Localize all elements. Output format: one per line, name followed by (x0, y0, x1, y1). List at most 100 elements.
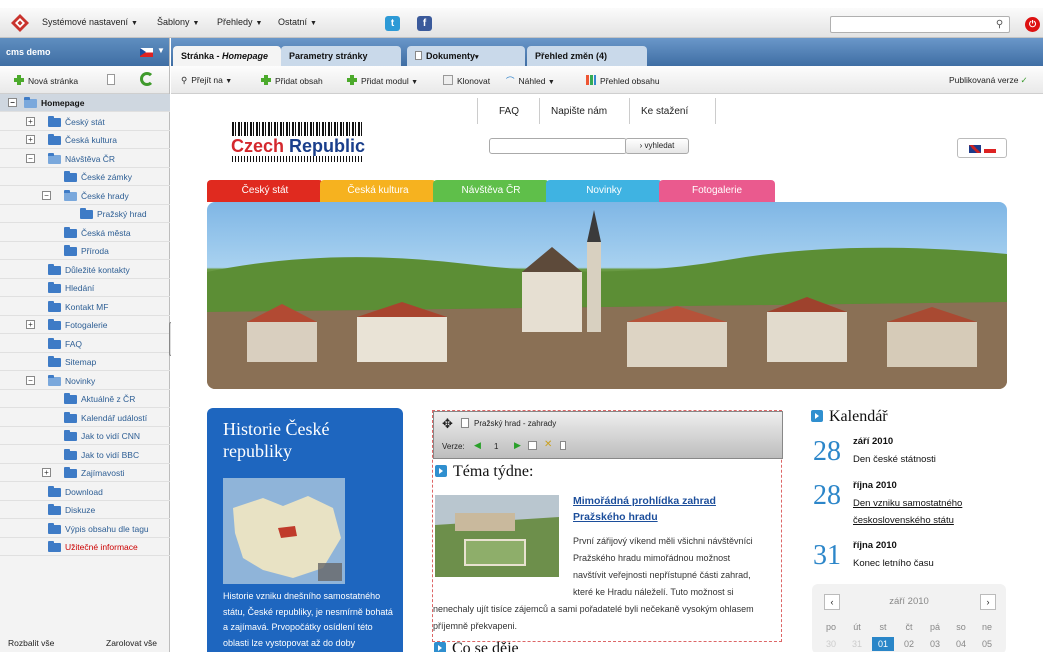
refresh-icon[interactable] (140, 72, 154, 86)
tree-item-label: Kontakt MF (65, 301, 109, 312)
language-switcher[interactable] (957, 138, 1007, 158)
tab-change-overview[interactable]: Přehled změn (4) (527, 46, 647, 66)
nav-tab-czech-state[interactable]: Český stát (207, 180, 323, 202)
article-title-link[interactable]: Mimořádná prohlídka zahrad Pražského hra… (573, 493, 769, 525)
tree-item[interactable]: Kontakt MF (0, 298, 170, 316)
tab-documents[interactable]: Dokumenty▾ (407, 46, 525, 66)
tree-item[interactable]: Diskuze (0, 501, 170, 519)
tree-item[interactable]: − Novinky (0, 372, 170, 390)
tree-item[interactable]: + Zajímavosti (0, 464, 170, 482)
event-month: září 2010 (853, 436, 894, 447)
chevron-down-icon[interactable]: ▼ (157, 46, 165, 55)
nav-tab-visit-cr[interactable]: Návštěva ČR (433, 180, 549, 202)
folder-icon (48, 115, 61, 127)
search-icon[interactable]: ⚲ (992, 17, 1007, 32)
preview-button[interactable]: ⌒ Náhled ▼ (506, 75, 555, 87)
tree-item[interactable]: Jak to vidí BBC (0, 446, 170, 464)
settings-tools-icon[interactable]: ✕ (544, 439, 552, 450)
calendar-day[interactable]: 01 (872, 637, 894, 651)
expand-icon[interactable]: + (26, 135, 35, 144)
tab-page-parameters[interactable]: Parametry stránky (281, 46, 401, 66)
site-nav-downloads[interactable]: Ke stažení (641, 106, 688, 117)
new-page-button[interactable]: Nová stránka (14, 75, 78, 86)
collapse-all-link[interactable]: Zarolovat vše (106, 638, 157, 648)
content-overview-button[interactable]: Přehled obsahu (586, 75, 660, 86)
calendar-next-button[interactable]: › (980, 594, 996, 610)
add-module-button[interactable]: Přidat modul ▼ (347, 75, 418, 86)
expand-icon[interactable]: + (26, 116, 35, 126)
expand-icon[interactable]: + (26, 320, 35, 329)
nav-tab-news[interactable]: Novinky (546, 180, 662, 202)
calendar-day[interactable]: 30 (820, 637, 842, 651)
twitter-icon[interactable]: t (385, 16, 400, 31)
content-module[interactable]: ✥ Pražský hrad - zahrady Verze: ◀ 1 ▶ ✕ … (432, 410, 783, 642)
tree-item[interactable]: Aktuálně z ČR (0, 390, 170, 408)
tree-item[interactable]: Kalendář událostí (0, 409, 170, 427)
expand-all-link[interactable]: Rozbalit vše (8, 638, 54, 648)
move-icon[interactable]: ✥ (442, 416, 453, 432)
tree-item[interactable]: − České hrady (0, 187, 170, 205)
cms-logo-icon[interactable] (10, 13, 30, 33)
menu-other[interactable]: Ostatní ▼ (278, 17, 317, 27)
history-box[interactable]: Historie České republiky Historie vzniku… (207, 408, 403, 652)
tree-item[interactable]: Pražský hrad (0, 205, 170, 223)
tab-page[interactable]: Stránka - Homepage (173, 46, 281, 66)
menu-overviews[interactable]: Přehledy ▼ (217, 17, 262, 27)
folder-icon (48, 300, 61, 312)
tree-item[interactable]: − Homepage (0, 94, 170, 112)
tree-item[interactable]: − Návštěva ČR (0, 150, 170, 168)
site-search-button[interactable]: › vyhledat (625, 138, 689, 154)
previous-version-icon[interactable]: ◀ (474, 440, 481, 451)
trash-icon[interactable] (107, 74, 115, 85)
collapse-icon[interactable]: − (8, 98, 17, 107)
calendar-day[interactable]: 31 (846, 637, 868, 651)
calendar-day[interactable]: 03 (924, 637, 946, 651)
collapse-icon[interactable]: − (26, 375, 35, 385)
trash-icon[interactable] (560, 441, 566, 450)
collapse-icon[interactable]: − (42, 190, 51, 200)
brand-logo[interactable]: Czech Republic (231, 136, 365, 157)
site-selector[interactable]: cms demo ▼ (0, 38, 169, 66)
tree-item[interactable]: Jak to vidí CNN (0, 427, 170, 445)
tree-item[interactable]: Výpis obsahu dle tagu (0, 520, 170, 538)
tree-item[interactable]: Česká města (0, 224, 170, 242)
calendar-prev-button[interactable]: ‹ (824, 594, 840, 610)
logout-power-icon[interactable]: ⏻ (1025, 17, 1040, 32)
goto-button[interactable]: ⚲ Přejít na ▼ (181, 75, 232, 86)
czech-flag-icon[interactable] (984, 145, 996, 153)
calendar-day[interactable]: 04 (950, 637, 972, 651)
site-nav-write-us[interactable]: Napište nám (551, 106, 607, 117)
clone-button[interactable]: Klonovat (443, 75, 490, 86)
tree-item[interactable]: + Fotogalerie (0, 316, 170, 334)
menu-system-settings[interactable]: Systémové nastavení ▼ (42, 17, 138, 27)
menu-templates[interactable]: Šablony ▼ (157, 17, 199, 27)
tree-item[interactable]: + Česká kultura (0, 131, 170, 149)
expand-icon[interactable]: + (42, 468, 51, 477)
tree-item[interactable]: FAQ (0, 335, 170, 353)
facebook-icon[interactable]: f (417, 16, 432, 31)
tree-item[interactable]: Download (0, 483, 170, 501)
edit-icon[interactable] (528, 441, 537, 450)
czech-flag-icon[interactable] (140, 48, 153, 57)
tree-item[interactable]: České zámky (0, 168, 170, 186)
calendar-day[interactable]: 02 (898, 637, 920, 651)
uk-flag-icon[interactable] (969, 145, 981, 153)
tree-item[interactable]: Příroda (0, 242, 170, 260)
calendar-day[interactable]: 05 (976, 637, 998, 651)
tree-item[interactable]: + Český stát (0, 113, 170, 131)
event-link[interactable]: Den vzniku samostatného československého… (853, 495, 1013, 529)
published-version-button[interactable]: Publikovaná verze ✓ (949, 75, 1028, 86)
event-month: října 2010 (853, 540, 897, 551)
next-version-icon[interactable]: ▶ (514, 440, 521, 451)
site-nav-faq[interactable]: FAQ (499, 106, 519, 117)
global-search-input[interactable] (830, 16, 1010, 33)
tree-item[interactable]: Sitemap (0, 353, 170, 371)
nav-tab-czech-culture[interactable]: Česká kultura (320, 180, 436, 202)
collapse-icon[interactable]: − (26, 153, 35, 163)
tree-item[interactable]: Užitečné informace (0, 538, 170, 556)
add-content-button[interactable]: Přidat obsah (261, 75, 323, 86)
site-search-input[interactable] (489, 138, 627, 154)
tree-item[interactable]: Důležité kontakty (0, 261, 170, 279)
nav-tab-photo-gallery[interactable]: Fotogalerie (659, 180, 775, 202)
tree-item[interactable]: Hledání (0, 279, 170, 297)
